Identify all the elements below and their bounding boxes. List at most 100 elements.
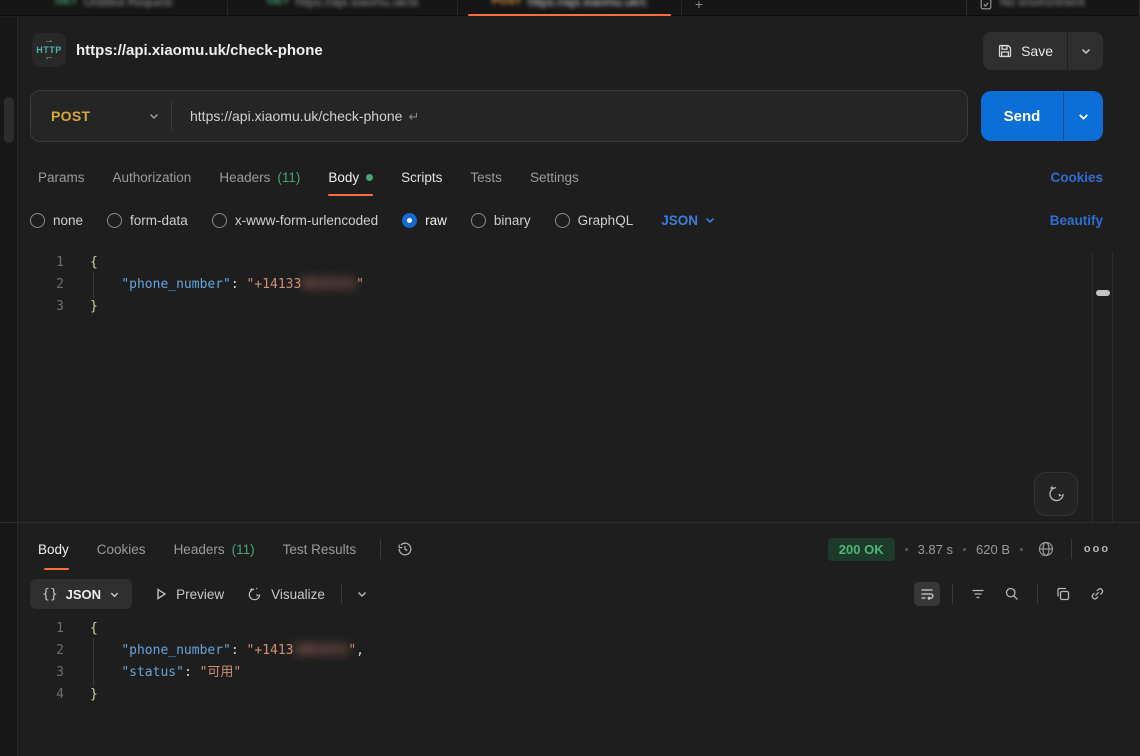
search-button[interactable]	[999, 582, 1025, 606]
network-info-button[interactable]	[1033, 537, 1059, 561]
editor-scrollbar-thumb[interactable]	[1096, 290, 1110, 296]
response-more-button[interactable]: ooo	[1084, 537, 1110, 561]
response-tabs-row: BodyCookies Headers (11) Test Results 200 O…	[30, 528, 1110, 570]
code-token: :	[231, 277, 247, 292]
line-number: 1	[18, 618, 64, 640]
body-type-none[interactable]: none	[30, 213, 83, 228]
workspace-tab-active[interactable]: POSThttps://api.xiaomu.uk/c	[458, 0, 682, 16]
copy-button[interactable]	[1050, 582, 1076, 606]
tab-count-badge: (11)	[232, 542, 255, 557]
sidebar-toggle-handle[interactable]	[4, 97, 14, 143]
method-selector[interactable]: POST	[31, 108, 139, 124]
chevron-down-icon	[148, 110, 160, 122]
new-tab-button[interactable]: +	[682, 0, 716, 15]
tab-method-label: GET	[267, 0, 290, 9]
response-tab-list: BodyCookies Headers (11) Test Results	[30, 528, 370, 570]
code-content: "phone_number": "+14133882016",	[64, 640, 364, 662]
radio-label: raw	[425, 213, 447, 228]
visualize-button[interactable]: Visualize	[246, 586, 325, 603]
environment-selector[interactable]: No environment	[967, 0, 1139, 11]
request-header: ⇀ HTTP ↽ https://api.xiaomu.uk/check-pho…	[18, 17, 1140, 83]
plus-icon: +	[695, 0, 703, 12]
body-type-options: none form-data x-www-form-urlencoded raw bin…	[30, 213, 633, 228]
code-token: "	[356, 277, 364, 292]
response-meta: 200 OK 3.87 s 620 B ooo	[828, 537, 1110, 561]
visualize-sparkle-icon	[246, 586, 263, 603]
radio-circle-icon	[402, 213, 417, 228]
wrap-text-button[interactable]	[914, 582, 940, 606]
code-token: }	[90, 687, 98, 702]
url-input-container: POST https://api.xiaomu.uk/check-phone↵	[30, 90, 968, 142]
search-icon	[1004, 586, 1020, 602]
request-tabs: Params Authorization Headers(11)Body Script…	[30, 158, 1103, 196]
body-type-GraphQL[interactable]: GraphQL	[555, 213, 634, 228]
url-input[interactable]: https://api.xiaomu.uk/check-phone↵	[172, 108, 419, 125]
body-type-binary[interactable]: binary	[471, 213, 531, 228]
left-rail	[0, 17, 18, 756]
tab-headers[interactable]: Headers(11)	[205, 158, 314, 196]
active-tab-underline	[328, 194, 373, 196]
code-token	[90, 277, 121, 292]
body-type-row: none form-data x-www-form-urlencoded raw bin…	[30, 203, 1103, 237]
response-tab-test-results[interactable]: Test Results	[269, 528, 371, 570]
response-tab-cookies[interactable]: Cookies	[83, 528, 160, 570]
code-line: 1{	[18, 618, 1140, 640]
tab-label: Headers	[174, 542, 225, 557]
divider	[341, 584, 342, 604]
divider	[1037, 584, 1038, 604]
request-body-editor[interactable]: 1{2 "phone_number": "+141338820163"3}	[18, 252, 1140, 522]
line-number: 4	[18, 684, 64, 706]
body-type-x-www-form-urlencoded[interactable]: x-www-form-urlencoded	[212, 213, 378, 228]
tab-tests[interactable]: Tests	[456, 158, 516, 196]
workspace-tab[interactable]: GETUntitled Request	[0, 0, 228, 16]
workspace-tab[interactable]: GEThttps://api.xiaomu.uk/st	[228, 0, 458, 16]
save-button[interactable]: Save	[983, 32, 1067, 70]
code-line: 2 "phone_number": "+14133882016",	[18, 640, 1140, 662]
response-time[interactable]: 3.87 s	[918, 542, 953, 557]
tab-label: Authorization	[113, 170, 192, 185]
editor-scrollbar-track	[1092, 252, 1113, 522]
response-history-button[interactable]	[391, 535, 419, 563]
code-token: {	[90, 255, 98, 270]
method-selector-caret[interactable]	[139, 110, 169, 122]
copy-icon	[1055, 586, 1071, 602]
body-type-form-data[interactable]: form-data	[107, 213, 188, 228]
preview-button[interactable]: Preview	[154, 587, 224, 602]
radio-circle-icon	[555, 213, 570, 228]
link-button[interactable]	[1084, 582, 1110, 606]
beautify-link[interactable]: Beautify	[1050, 213, 1103, 228]
response-tab-headers[interactable]: Headers (11)	[160, 528, 269, 570]
chevron-down-icon	[109, 589, 120, 600]
status-badge[interactable]: 200 OK	[828, 538, 895, 561]
response-size[interactable]: 620 B	[976, 542, 1010, 557]
tab-count-badge: (11)	[277, 170, 300, 185]
active-tab-underline	[468, 14, 671, 16]
cookies-link[interactable]: Cookies	[1050, 170, 1103, 185]
tab-label: Test Results	[283, 542, 357, 557]
redacted-text: 3882016	[294, 643, 349, 658]
tab-params[interactable]: Params	[30, 158, 99, 196]
code-token: "可用"	[200, 665, 242, 680]
send-button[interactable]: Send	[981, 91, 1063, 141]
response-body-viewer[interactable]: 1{2 "phone_number": "+14133882016",3 "st…	[18, 618, 1140, 756]
tab-label: Scripts	[401, 170, 442, 185]
tab-scripts[interactable]: Scripts	[387, 158, 456, 196]
filter-button[interactable]	[965, 582, 991, 606]
response-tab-body[interactable]: Body	[30, 528, 83, 570]
radio-circle-icon	[471, 213, 486, 228]
request-title: https://api.xiaomu.uk/check-phone	[76, 42, 323, 59]
tab-method-label: POST	[492, 0, 522, 9]
raw-format-dropdown[interactable]: JSON	[661, 213, 716, 228]
chevron-down-icon	[356, 588, 368, 600]
pane-divider[interactable]	[0, 522, 1140, 523]
tab-authorization[interactable]: Authorization	[99, 158, 206, 196]
postbot-button[interactable]	[1034, 472, 1078, 516]
response-format-dropdown[interactable]: {} JSON	[30, 579, 132, 609]
tab-settings[interactable]: Settings	[516, 158, 593, 196]
save-options-button[interactable]	[1067, 32, 1103, 70]
send-options-button[interactable]	[1063, 91, 1103, 141]
body-type-raw[interactable]: raw	[402, 213, 447, 228]
visualize-options-caret[interactable]	[356, 588, 368, 600]
line-number: 3	[18, 662, 64, 684]
tab-body[interactable]: Body	[314, 158, 387, 196]
